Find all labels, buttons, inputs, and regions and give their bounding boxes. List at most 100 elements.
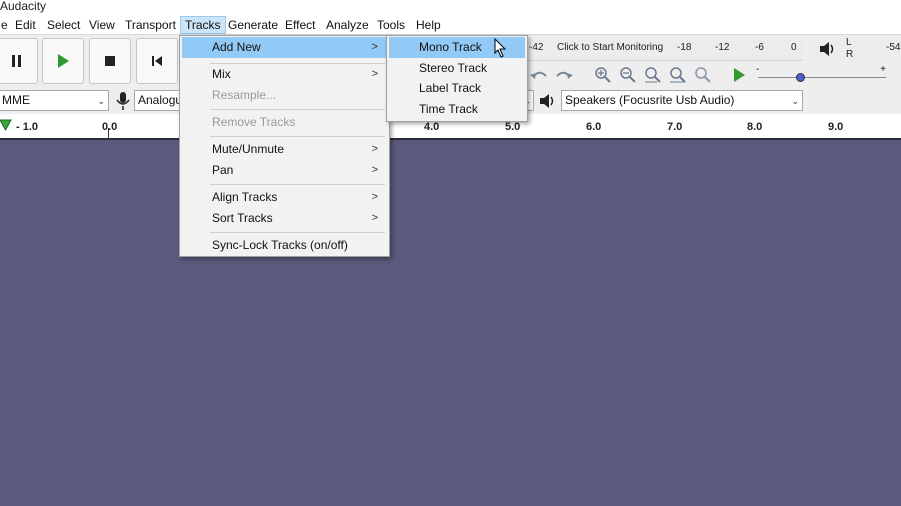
microphone-icon	[114, 91, 132, 111]
menu-effect[interactable]: Effect	[281, 16, 319, 34]
fit-selection-button[interactable]	[642, 64, 664, 86]
zoom-out-icon	[620, 67, 636, 83]
slider-thumb[interactable]	[796, 73, 805, 82]
meter-scale-right: -54	[886, 42, 901, 53]
menu-item-label: Sync-Lock Tracks (on/off)	[212, 238, 348, 252]
ruler-label: 7.0	[667, 121, 683, 133]
menu-item-stereo-track[interactable]: Stereo Track	[389, 58, 525, 79]
menu-item-label: Align Tracks	[212, 190, 278, 204]
menu-item-resample: Resample...	[182, 85, 387, 106]
zoom-in-icon	[595, 67, 611, 83]
menu-item-mix[interactable]: Mix >	[182, 64, 387, 85]
speaker-icon	[820, 42, 834, 56]
chevron-right-icon: >	[371, 143, 378, 155]
menu-separator	[210, 232, 385, 233]
chevron-right-icon: >	[371, 41, 378, 53]
channel-right: R	[846, 49, 854, 60]
meter-tick-0: 0	[791, 42, 797, 53]
menu-item-label: Mute/Unmute	[212, 142, 285, 156]
ruler-label: 8.0	[747, 121, 763, 133]
menu-item-add-new[interactable]: Add New >	[182, 37, 387, 58]
chevron-down-icon: ⌄	[791, 96, 799, 106]
playback-device-select[interactable]: Speakers (Focusrite Usb Audio) ⌄	[561, 90, 803, 111]
chevron-right-icon: >	[371, 212, 378, 224]
redo-icon	[556, 71, 573, 79]
menu-item-time-track[interactable]: Time Track	[389, 99, 525, 120]
menu-item-label: Sort Tracks	[212, 211, 273, 225]
meter-tick-6: -6	[755, 42, 764, 53]
playback-meter[interactable]: L R -54	[810, 37, 901, 61]
speaker-icon	[538, 91, 558, 111]
zoom-selection-icon	[645, 67, 661, 83]
menu-item-label: Resample...	[212, 88, 277, 102]
menu-item-label: Pan	[212, 163, 234, 177]
zoom-toggle-icon	[695, 67, 711, 83]
play-at-speed-button[interactable]	[728, 64, 750, 86]
menu-edit[interactable]: Edit	[11, 16, 40, 34]
menu-item-pan[interactable]: Pan >	[182, 160, 387, 181]
cursor-icon	[494, 38, 507, 58]
slider-plus: +	[880, 64, 886, 75]
chevron-down-icon: ⌄	[97, 96, 105, 106]
menu-item-label-track[interactable]: Label Track	[389, 78, 525, 99]
menu-analyze[interactable]: Analyze	[322, 16, 373, 34]
menu-view[interactable]: View	[85, 16, 119, 34]
menu-item-mute-unmute[interactable]: Mute/Unmute >	[182, 139, 387, 160]
pause-button[interactable]	[0, 38, 38, 84]
menu-transport[interactable]: Transport	[121, 16, 180, 34]
monitoring-prompt[interactable]: Click to Start Monitoring	[557, 42, 663, 53]
ruler-label: 6.0	[586, 121, 602, 133]
pause-icon	[12, 55, 21, 67]
fit-project-button[interactable]	[667, 64, 689, 86]
menu-tools[interactable]: Tools	[373, 16, 409, 34]
menu-file[interactable]: e	[0, 16, 12, 34]
menu-item-label: Stereo Track	[419, 61, 488, 75]
menu-help[interactable]: Help	[412, 16, 445, 34]
stop-icon	[105, 56, 115, 66]
menu-item-label: Add New	[212, 40, 261, 54]
menu-item-remove-tracks: Remove Tracks	[182, 112, 387, 133]
meter-scale-left: -42	[529, 42, 544, 53]
menu-tracks[interactable]: Tracks	[180, 16, 226, 34]
menu-separator	[210, 184, 385, 185]
ruler-zero-marker	[108, 128, 109, 140]
meter-tick-18: -18	[677, 42, 692, 53]
slider-minus: -	[756, 64, 760, 75]
chevron-right-icon: >	[371, 164, 378, 176]
menu-item-sort-tracks[interactable]: Sort Tracks >	[182, 208, 387, 229]
menu-generate[interactable]: Generate	[224, 16, 282, 34]
play-icon	[58, 54, 69, 68]
title-bar: Audacity	[0, 0, 901, 14]
recording-device-select[interactable]: Analogu	[134, 90, 180, 111]
undo-icon	[530, 71, 547, 79]
window-title: Audacity	[0, 0, 47, 13]
zoom-in-button[interactable]	[592, 64, 614, 86]
menu-bar: e Edit Select View Transport Tracks Gene…	[0, 14, 901, 35]
audio-host-value: MME	[2, 93, 30, 107]
menu-item-sync-lock[interactable]: Sync-Lock Tracks (on/off)	[182, 235, 387, 256]
redo-button[interactable]	[553, 64, 575, 86]
tracks-menu: Add New > Mix > Resample... Remove Track…	[179, 35, 390, 257]
record-meter[interactable]: -42 Click to Start Monitoring -18 -12 -6…	[525, 37, 803, 61]
menu-select[interactable]: Select	[43, 16, 84, 34]
menu-item-label: Label Track	[419, 81, 482, 95]
zoom-toggle-button[interactable]	[692, 64, 714, 86]
stop-button[interactable]	[89, 38, 131, 84]
menu-item-align-tracks[interactable]: Align Tracks >	[182, 187, 387, 208]
recording-device-value: Analogu	[138, 93, 180, 107]
audio-host-select[interactable]: MME ⌄	[0, 90, 109, 111]
playback-speed-slider[interactable]: - +	[756, 64, 890, 86]
chevron-right-icon: >	[371, 191, 378, 203]
ruler-label: 4.0	[424, 121, 440, 133]
chevron-right-icon: >	[371, 68, 378, 80]
undo-button[interactable]	[528, 64, 550, 86]
menu-separator	[210, 136, 385, 137]
menu-item-label: Time Track	[419, 102, 478, 116]
skip-to-start-button[interactable]	[136, 38, 178, 84]
meter-tick-12: -12	[715, 42, 730, 53]
zoom-out-button[interactable]	[617, 64, 639, 86]
ruler-label: 9.0	[828, 121, 844, 133]
track-panel[interactable]	[0, 141, 901, 506]
menu-item-label: Mono Track	[419, 40, 482, 54]
play-button[interactable]	[42, 38, 84, 84]
